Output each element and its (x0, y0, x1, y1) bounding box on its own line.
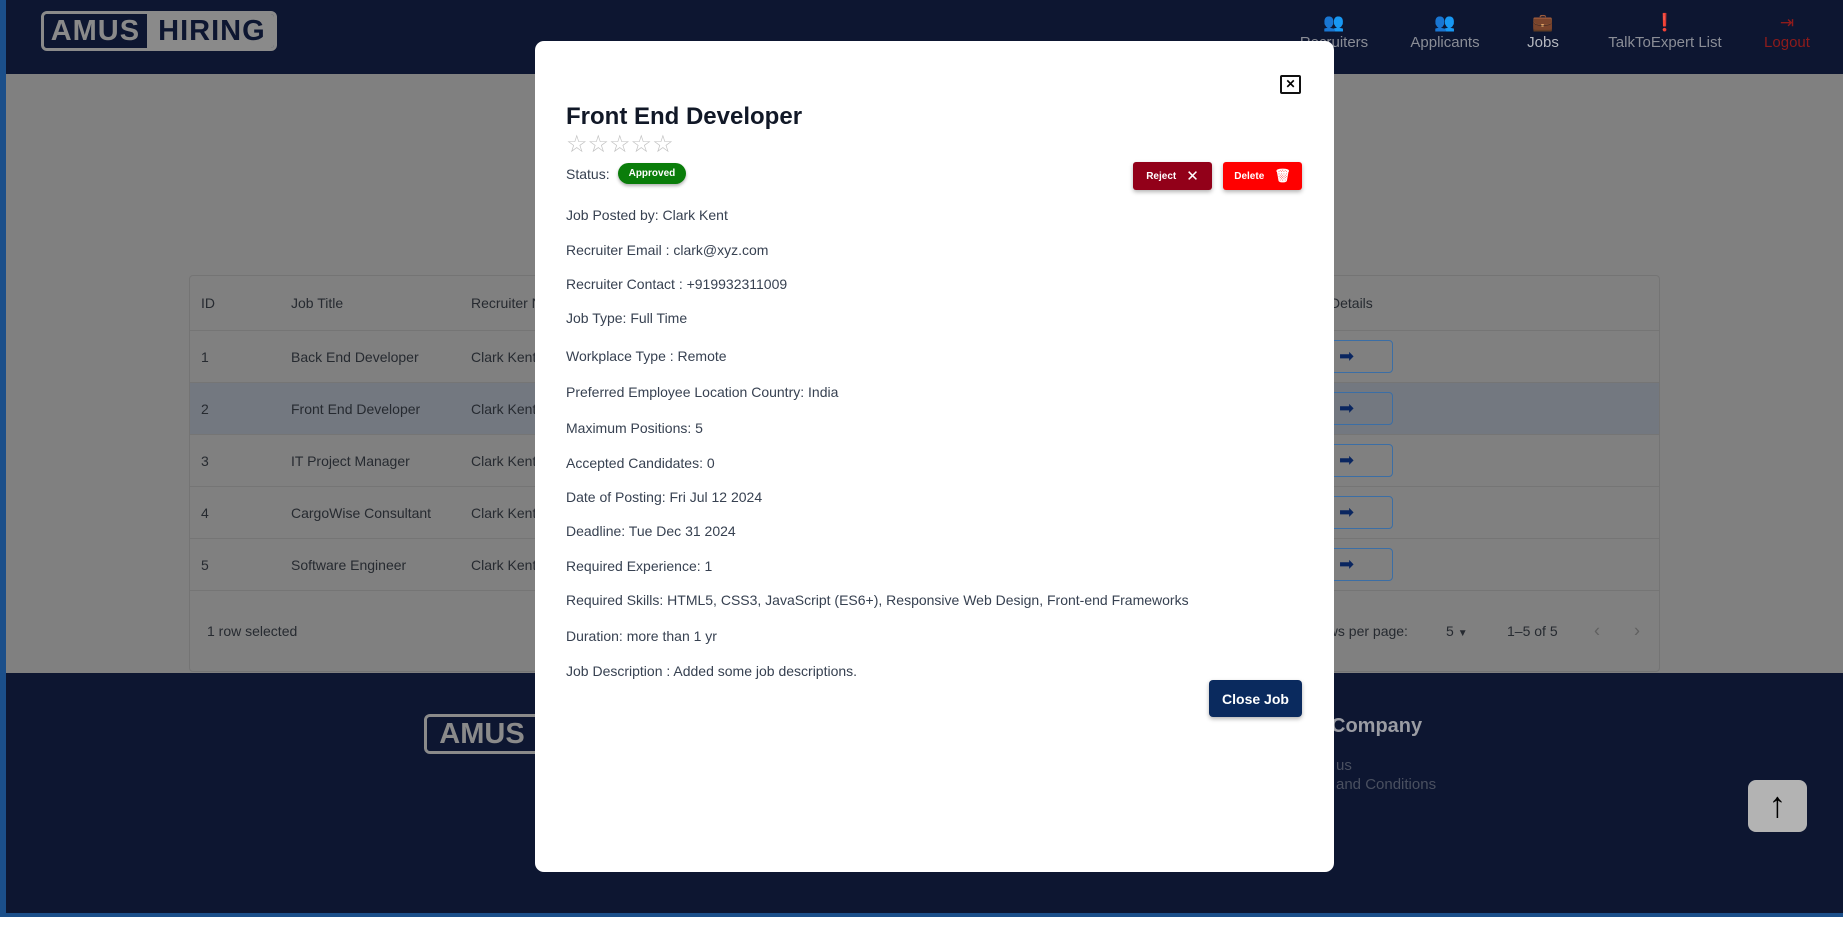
next-page-icon[interactable]: › (1634, 621, 1640, 642)
cell-recruiter: Clark Kent (471, 556, 537, 573)
cell-recruiter: Clark Kent (471, 504, 537, 521)
col-recruiter[interactable]: Recruiter N (471, 295, 542, 311)
nav-label: Logout (1764, 34, 1810, 51)
detail-line: Date of Posting: Fri Jul 12 2024 (566, 489, 763, 505)
logo-text: HIRING (149, 14, 274, 48)
cell-id: 3 (201, 452, 209, 469)
close-job-button[interactable]: Close Job (1209, 680, 1302, 717)
nav-applicants[interactable]: 👥 Applicants (1410, 12, 1479, 51)
briefcase-icon: 💼 (1532, 13, 1554, 32)
cell-recruiter: Clark Kent (471, 348, 537, 365)
arrow-right-icon: ➡ (1338, 346, 1355, 366)
detail-line: Deadline: Tue Dec 31 2024 (566, 523, 736, 539)
logo[interactable]: AMUS HIRING (41, 11, 277, 51)
logo-text: AMUS (427, 717, 537, 751)
detail-line: Required Experience: 1 (566, 558, 713, 574)
star-icon[interactable]: ☆ (631, 131, 653, 158)
logout-icon: ⇥ (1779, 13, 1795, 32)
scroll-to-top-button[interactable]: ↑ (1748, 780, 1807, 832)
col-details[interactable]: Details (1330, 295, 1373, 311)
cell-recruiter: Clark Kent (471, 452, 537, 469)
detail-line: Recruiter Contact : +919932311009 (566, 276, 788, 292)
logo-text: AMUS (44, 14, 150, 48)
nav-talktoexpert[interactable]: ❗ TalkToExpert List (1608, 12, 1721, 51)
people-icon: 👥 (1434, 13, 1456, 32)
cell-job-title: CargoWise Consultant (291, 504, 432, 521)
col-id[interactable]: ID (201, 295, 215, 311)
detail-line: Recruiter Email : clark@xyz.com (566, 242, 769, 258)
reject-button[interactable]: Reject ✕ (1133, 162, 1212, 190)
nav-jobs[interactable]: 💼 Jobs (1527, 12, 1559, 51)
job-title: Front End Developer (566, 103, 803, 130)
detail-line: Duration: more than 1 yr (566, 628, 717, 644)
reject-label: Reject (1146, 170, 1177, 182)
rows-per-page-value: 5 (1446, 623, 1454, 639)
status-badge: Approved (617, 163, 687, 184)
trash-icon: 🗑 (1274, 168, 1291, 183)
footer-link-terms[interactable]: and Conditions (1336, 776, 1436, 793)
col-job-title[interactable]: Job Title (291, 295, 343, 311)
status-row: Status: Approved (566, 163, 687, 184)
detail-line: Workplace Type : Remote (566, 348, 727, 364)
caret-down-icon: ▼ (1457, 628, 1468, 639)
nav-label: Jobs (1527, 34, 1559, 51)
delete-button[interactable]: Delete 🗑 (1223, 162, 1302, 190)
arrow-right-icon: ➡ (1338, 554, 1355, 574)
cell-job-title: Front End Developer (291, 400, 421, 417)
star-icon[interactable]: ☆ (588, 131, 610, 158)
detail-line: Maximum Positions: 5 (566, 420, 703, 436)
delete-label: Delete (1234, 170, 1265, 182)
arrow-right-icon: ➡ (1338, 398, 1355, 418)
detail-line: Preferred Employee Location Country: Ind… (566, 384, 839, 400)
detail-line: Job Description : Added some job descrip… (566, 663, 858, 679)
star-rating[interactable]: ☆☆☆☆☆ (566, 130, 674, 159)
x-icon: ✕ (1186, 168, 1199, 185)
arrow-right-icon: ➡ (1338, 502, 1355, 522)
detail-line: Job Type: Full Time (566, 310, 688, 326)
close-icon[interactable]: ✕ (1280, 75, 1301, 94)
prev-page-icon[interactable]: ‹ (1594, 621, 1600, 642)
star-icon[interactable]: ☆ (609, 131, 631, 158)
cell-job-title: IT Project Manager (291, 452, 410, 469)
cell-id: 1 (201, 348, 209, 365)
rows-per-page-select[interactable]: 5 ▼ (1446, 623, 1468, 639)
page-range: 1–5 of 5 (1507, 623, 1558, 639)
nav-label: TalkToExpert List (1608, 34, 1722, 51)
cell-job-title: Back End Developer (291, 348, 419, 365)
footer-heading: Company (1331, 715, 1423, 737)
detail-line: Required Skills: HTML5, CSS3, JavaScript… (566, 592, 1189, 608)
detail-line: Accepted Candidates: 0 (566, 455, 715, 471)
job-details-modal: ✕ Front End Developer ☆☆☆☆☆ Status: Appro… (535, 41, 1334, 872)
cell-id: 5 (201, 556, 209, 573)
people-icon: 👥 (1323, 13, 1345, 32)
footer-link-contact[interactable]: us (1336, 757, 1352, 774)
cell-job-title: Software Engineer (291, 556, 407, 573)
arrow-right-icon: ➡ (1338, 450, 1355, 470)
status-label: Status: (566, 165, 610, 182)
star-icon[interactable]: ☆ (652, 131, 674, 158)
nav-logout[interactable]: ⇥ Logout (1764, 12, 1810, 51)
detail-line: Job Posted by: Clark Kent (566, 207, 728, 223)
nav-label: Applicants (1410, 34, 1480, 51)
cell-recruiter: Clark Kent (471, 400, 537, 417)
cell-id: 2 (201, 400, 209, 417)
chat-alert-icon: ❗ (1654, 13, 1676, 32)
arrow-up-icon: ↑ (1768, 784, 1787, 825)
selection-count: 1 row selected (207, 623, 298, 639)
cell-id: 4 (201, 504, 209, 521)
star-icon[interactable]: ☆ (566, 131, 588, 158)
